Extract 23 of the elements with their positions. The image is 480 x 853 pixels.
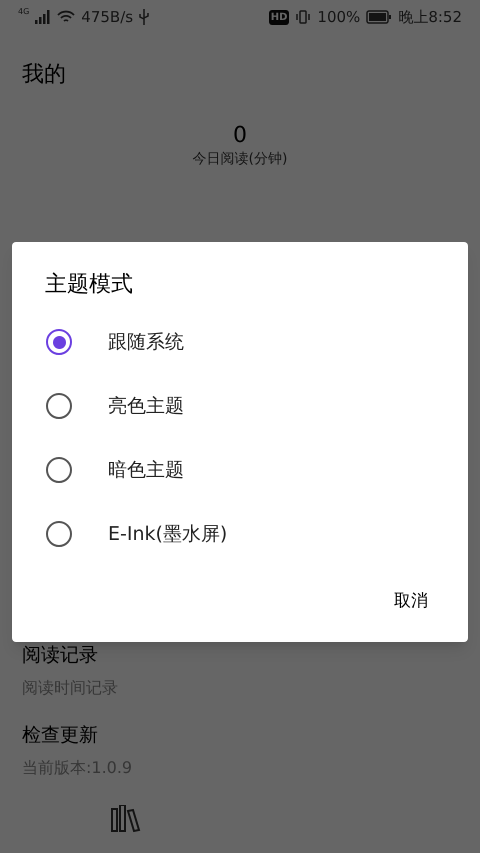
hd-badge: HD — [268, 10, 290, 24]
clock: 晚上8:52 — [398, 6, 462, 28]
option-label[interactable]: 跟随系统 — [108, 328, 184, 356]
network-speed: 475B/s — [81, 6, 134, 28]
reading-minutes: 0 — [233, 123, 247, 149]
option-label[interactable]: E-Ink(墨水屏) — [108, 520, 228, 548]
cancel-button[interactable]: 取消 — [382, 582, 440, 620]
radio-button[interactable] — [46, 329, 72, 355]
usb-icon — [139, 9, 150, 25]
signal-icon — [35, 10, 52, 24]
radio-button[interactable] — [46, 393, 72, 419]
battery-icon — [366, 10, 392, 24]
page-title: 我的 — [21, 61, 67, 89]
wifi-icon — [57, 10, 76, 24]
option-label[interactable]: 暗色主题 — [108, 456, 184, 484]
dialog-title: 主题模式 — [44, 271, 134, 299]
radio-button[interactable] — [46, 457, 72, 483]
reading-minutes-label: 今日阅读(分钟) — [192, 150, 288, 169]
vibrate-icon — [295, 9, 312, 25]
option-label[interactable]: 亮色主题 — [108, 392, 184, 420]
battery-percent: 100% — [317, 6, 360, 28]
radio-button[interactable] — [46, 521, 72, 547]
network-type: 4G — [18, 6, 30, 18]
